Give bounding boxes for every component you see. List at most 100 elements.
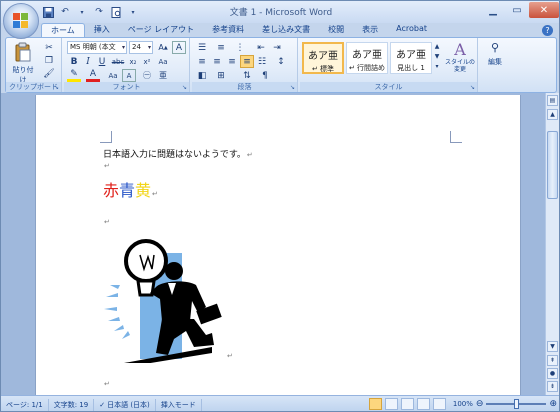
- distributed-icon[interactable]: ☷: [255, 55, 269, 68]
- ribbon: 貼り付け ✂ ❐ 🖌 クリップボード ↘ MS 明朝 (本文 ▾ 24 ▾ A ▲ A…: [5, 37, 557, 93]
- align-left-icon[interactable]: ≡: [195, 55, 209, 68]
- scroll-down-icon[interactable]: ▼: [547, 341, 558, 352]
- editing-button[interactable]: ⚲ 編集: [483, 41, 507, 79]
- show-marks-icon[interactable]: ¶: [258, 69, 272, 82]
- quick-access-toolbar: ↶ ▾ ↷ ▾: [41, 4, 140, 20]
- tab-mailings[interactable]: 差し込み文書: [253, 23, 319, 37]
- font-color-icon[interactable]: A: [86, 69, 100, 82]
- line-spacing-icon[interactable]: ↕: [274, 55, 288, 68]
- change-case-icon[interactable]: Aa: [156, 55, 170, 68]
- italic-button[interactable]: I: [81, 55, 95, 68]
- clear-format-icon[interactable]: A: [172, 41, 186, 54]
- style-item-no-spacing[interactable]: あア亜 ↵ 行間詰め: [346, 42, 388, 74]
- style-item-heading-1[interactable]: あア亜 見出し 1: [390, 42, 432, 74]
- char-shading-icon[interactable]: Aa: [106, 69, 120, 82]
- crop-mark: [450, 131, 462, 143]
- close-button[interactable]: ✕: [529, 2, 559, 18]
- editing-label: 編集: [488, 58, 502, 66]
- multilevel-list-icon[interactable]: ⋮: [233, 41, 247, 54]
- format-painter-icon[interactable]: 🖌: [42, 67, 56, 80]
- phonetic-guide-icon[interactable]: 亜: [156, 69, 170, 82]
- language-indicator[interactable]: ✓ 日本語 (日本): [94, 398, 156, 411]
- insert-mode[interactable]: 挿入モード: [156, 398, 202, 411]
- next-page-icon[interactable]: ⇟: [547, 381, 558, 392]
- sort-icon[interactable]: ⇅: [240, 69, 254, 82]
- borders-icon[interactable]: ⊞: [214, 69, 228, 82]
- enclose-char-icon[interactable]: ㊀: [140, 69, 154, 82]
- document-page[interactable]: 日本語入力に問題はないようです。↵ ↵ 赤青黄↵ ↵ ↵ ↵: [35, 95, 521, 395]
- strikethrough-icon[interactable]: abc: [111, 55, 125, 68]
- tab-page-layout[interactable]: ページ レイアウト: [119, 23, 203, 37]
- maximize-button[interactable]: ▭: [505, 2, 529, 18]
- zoom-out-icon[interactable]: ⊖: [476, 399, 484, 409]
- help-icon[interactable]: ?: [542, 25, 553, 36]
- web-layout-view-button[interactable]: [400, 398, 414, 410]
- font-group: MS 明朝 (本文 ▾ 24 ▾ A ▲ A B I U abc x₂ x² Aa ✎…: [64, 38, 190, 92]
- chevron-down-icon: ▾: [121, 44, 125, 51]
- ruler-toggle-icon[interactable]: ▤: [547, 95, 558, 106]
- clipart-businessman-lightbulb-image[interactable]: [102, 235, 226, 363]
- font-name-combo[interactable]: MS 明朝 (本文 ▾: [67, 41, 127, 54]
- zoom-level[interactable]: 100%: [453, 400, 473, 408]
- draft-view-button[interactable]: [432, 398, 446, 410]
- copy-icon[interactable]: ❐: [42, 54, 56, 67]
- scroll-up-icon[interactable]: ▲: [547, 109, 558, 120]
- highlight-icon[interactable]: ✎: [67, 69, 81, 82]
- browse-object-icon[interactable]: ●: [547, 368, 558, 379]
- clipboard-launcher-icon[interactable]: ↘: [54, 84, 59, 91]
- tab-references[interactable]: 参考資料: [203, 23, 253, 37]
- full-screen-view-button[interactable]: [384, 398, 398, 410]
- bullets-icon[interactable]: ☰: [195, 41, 209, 54]
- numbering-icon[interactable]: ≡: [214, 41, 228, 54]
- cut-icon[interactable]: ✂: [42, 41, 56, 54]
- styles-launcher-icon[interactable]: ↘: [470, 84, 475, 91]
- customize-icon[interactable]: ▾: [126, 5, 140, 19]
- page-count[interactable]: ページ: 1/1: [1, 398, 49, 411]
- bold-button[interactable]: B: [67, 55, 81, 68]
- align-center-icon[interactable]: ≡: [210, 55, 224, 68]
- change-styles-button[interactable]: A スタイルの変更: [443, 40, 477, 80]
- office-button[interactable]: [3, 3, 39, 39]
- paragraph-launcher-icon[interactable]: ↘: [290, 84, 295, 91]
- superscript-icon[interactable]: x²: [140, 55, 154, 68]
- word-count[interactable]: 文字数: 19: [49, 398, 95, 411]
- tab-home[interactable]: ホーム: [41, 23, 85, 37]
- shading-icon[interactable]: ◧: [195, 69, 209, 82]
- chevron-down-icon[interactable]: ▾: [75, 5, 89, 19]
- grow-font-icon[interactable]: A ▲: [156, 41, 170, 54]
- underline-button[interactable]: U: [95, 55, 109, 68]
- minimize-button[interactable]: ▁: [481, 2, 505, 18]
- office-logo-icon: [13, 13, 28, 28]
- redo-icon[interactable]: ↷: [92, 5, 106, 19]
- font-launcher-icon[interactable]: ↘: [182, 84, 187, 91]
- style-preview: あア亜: [308, 51, 338, 62]
- print-preview-icon[interactable]: [109, 5, 123, 19]
- save-icon[interactable]: [41, 5, 55, 19]
- vertical-scrollbar[interactable]: ▤ ▲ ▼ ⇞ ● ⇟: [545, 93, 559, 395]
- tab-view[interactable]: 表示: [353, 23, 387, 37]
- tab-insert[interactable]: 挿入: [85, 23, 119, 37]
- paste-button[interactable]: 貼り付け: [10, 41, 36, 84]
- align-right-icon[interactable]: ≡: [225, 55, 239, 68]
- subscript-icon[interactable]: x₂: [126, 55, 140, 68]
- tab-acrobat[interactable]: Acrobat: [387, 23, 436, 37]
- tab-review[interactable]: 校閲: [319, 23, 353, 37]
- word-window: 文書 1 - Microsoft Word ↶ ▾ ↷ ▾ ▁ ▭ ✕ ホーム: [0, 0, 560, 412]
- previous-page-icon[interactable]: ⇞: [547, 355, 558, 366]
- clipboard-group-label: クリップボード: [6, 82, 61, 92]
- increase-indent-icon[interactable]: ⇥: [270, 41, 284, 54]
- zoom-slider-thumb[interactable]: [514, 399, 520, 409]
- decrease-indent-icon[interactable]: ⇤: [254, 41, 268, 54]
- undo-icon[interactable]: ↶: [58, 5, 72, 19]
- crop-mark: [100, 131, 112, 143]
- char-border-icon[interactable]: A: [122, 69, 136, 82]
- scroll-thumb[interactable]: [547, 131, 558, 199]
- zoom-slider[interactable]: [486, 399, 547, 409]
- outline-view-button[interactable]: [416, 398, 430, 410]
- style-item-normal[interactable]: あア亜 ↵ 標準: [302, 42, 344, 74]
- zoom-in-icon[interactable]: ⊕: [549, 399, 557, 409]
- justify-icon[interactable]: ≡: [240, 55, 254, 68]
- font-size-combo[interactable]: 24 ▾: [129, 41, 153, 54]
- print-layout-view-button[interactable]: [368, 398, 382, 410]
- styles-scroll[interactable]: ▲ ▼ ▾: [433, 42, 441, 74]
